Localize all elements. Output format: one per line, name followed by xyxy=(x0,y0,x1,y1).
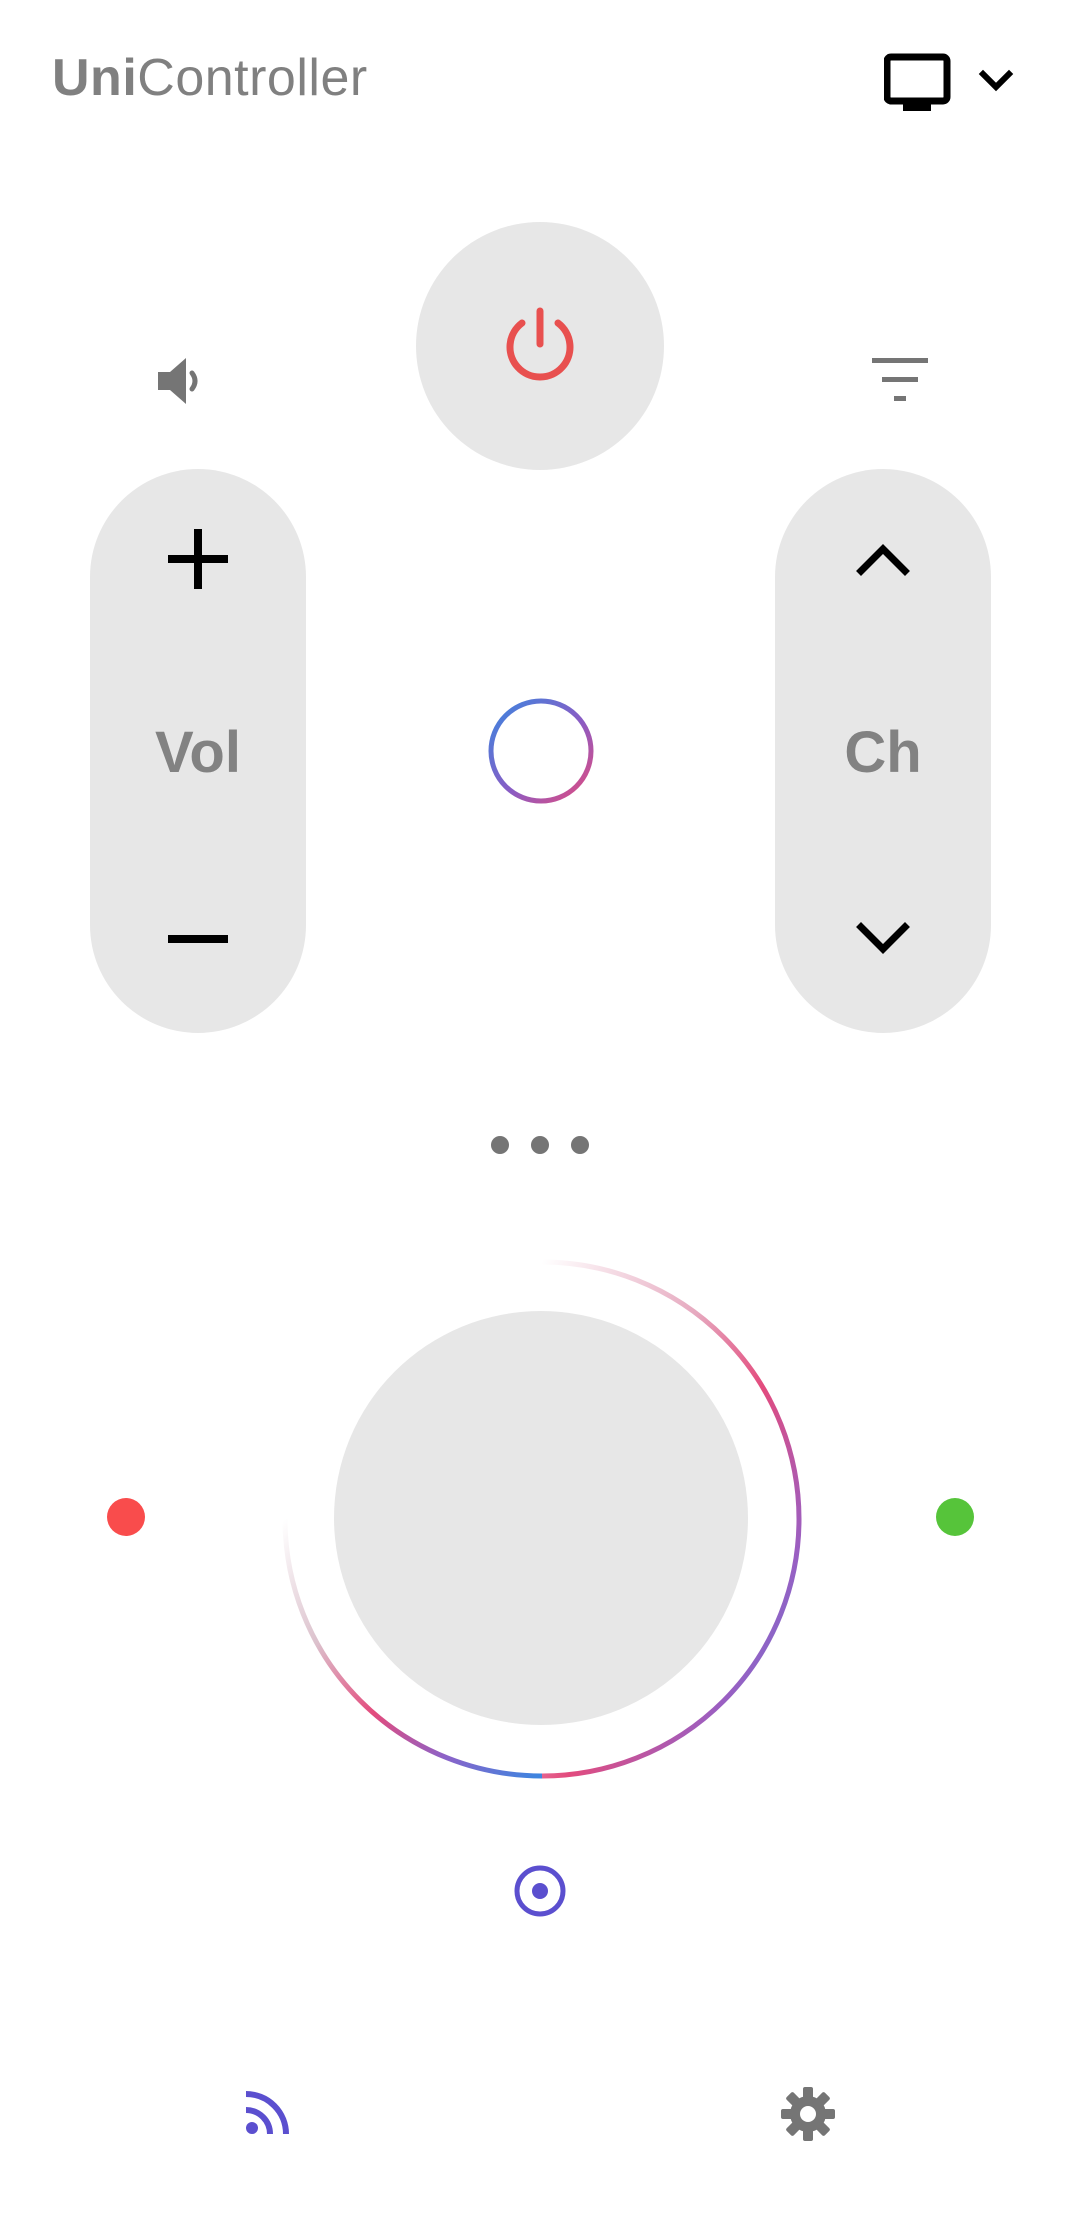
red-button[interactable] xyxy=(107,1498,145,1536)
more-button[interactable] xyxy=(480,1124,600,1171)
gear-icon xyxy=(781,2087,835,2141)
channel-up-button[interactable] xyxy=(833,509,933,609)
gradient-ring-icon xyxy=(488,698,594,804)
app-title-bold: Uni xyxy=(52,49,138,107)
chevron-up-icon xyxy=(856,544,910,576)
chevron-down-icon xyxy=(856,922,910,954)
green-button[interactable] xyxy=(936,1498,974,1536)
home-ring-button[interactable] xyxy=(486,696,596,811)
more-dots-icon xyxy=(491,1136,589,1154)
power-button[interactable] xyxy=(416,222,664,470)
app-title-light: Controller xyxy=(137,49,368,107)
volume-up-button[interactable] xyxy=(148,509,248,609)
device-selector[interactable] xyxy=(883,52,1024,114)
chevron-down-icon xyxy=(978,69,1014,92)
volume-down-button[interactable] xyxy=(148,889,248,989)
channel-down-button[interactable] xyxy=(833,889,933,989)
source-button[interactable] xyxy=(513,1864,567,1923)
volume-control: Vol xyxy=(90,469,306,1033)
tv-icon xyxy=(883,53,951,111)
filter-icon xyxy=(872,358,928,401)
filter-button[interactable] xyxy=(872,358,928,407)
target-icon xyxy=(514,1865,566,1917)
cast-button[interactable] xyxy=(244,2088,292,2141)
mute-button[interactable] xyxy=(156,356,202,411)
dpad-ok-button[interactable] xyxy=(334,1311,748,1725)
settings-button[interactable] xyxy=(780,2086,836,2147)
channel-label: Ch xyxy=(844,720,922,785)
app-title: UniController xyxy=(52,48,368,108)
cast-icon xyxy=(245,2091,289,2135)
plus-icon xyxy=(168,529,228,589)
volume-label: Vol xyxy=(155,720,241,785)
power-icon xyxy=(506,307,574,381)
minus-icon xyxy=(168,935,228,943)
volume-icon xyxy=(158,358,198,404)
channel-control: Ch xyxy=(775,469,991,1033)
